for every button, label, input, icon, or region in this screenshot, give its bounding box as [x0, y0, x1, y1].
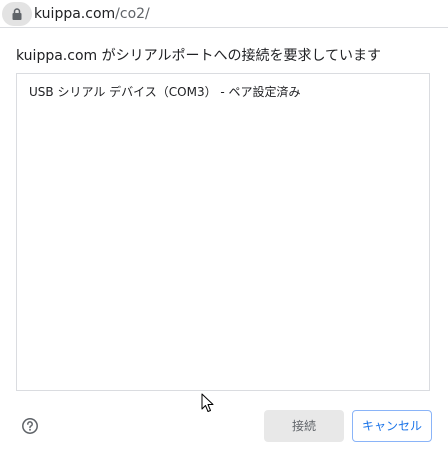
device-list-item[interactable]: USB シリアル デバイス（COM3） - ペア設定済み	[29, 84, 301, 100]
url-host: kuippa.com	[34, 6, 116, 22]
dialog-title: kuippa.com がシリアルポートへの接続を要求しています	[16, 48, 382, 64]
lock-icon	[12, 8, 22, 20]
serial-port-permission-window: kuippa.com/co2/ kuippa.com がシリアルポートへの接続を…	[0, 0, 448, 457]
url-text[interactable]: kuippa.com/co2/	[34, 5, 150, 23]
cancel-button[interactable]: キャンセル	[352, 410, 432, 442]
address-bar[interactable]: kuippa.com/co2/	[0, 0, 448, 28]
help-circle-icon[interactable]	[21, 417, 39, 435]
mouse-cursor-icon	[201, 393, 214, 412]
url-path: /co2/	[115, 6, 150, 22]
connect-button[interactable]: 接続	[264, 410, 344, 442]
site-info-button[interactable]	[2, 2, 32, 26]
device-list[interactable]: USB シリアル デバイス（COM3） - ペア設定済み	[16, 73, 430, 391]
